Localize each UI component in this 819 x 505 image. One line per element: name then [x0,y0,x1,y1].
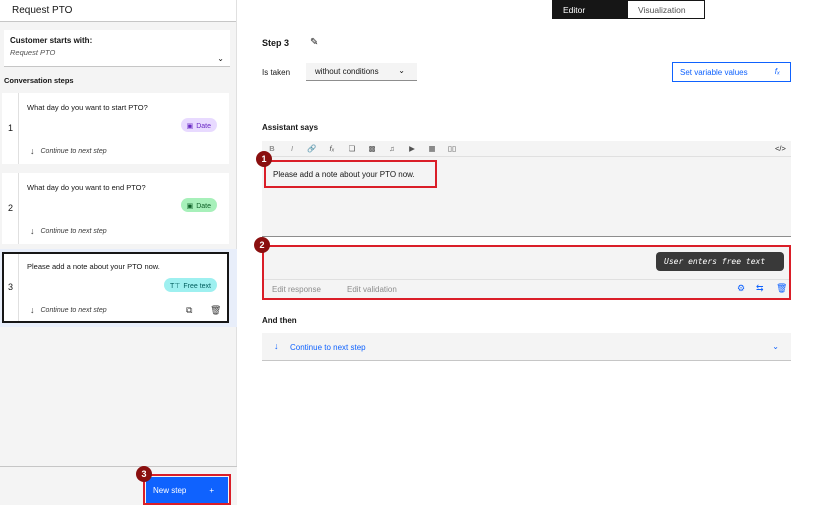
continue-label: Continue to next step [40,147,107,155]
annotation-badge-2: 2 [254,237,270,253]
link-icon[interactable]: 🔗 [307,144,317,153]
annotation-badge-3: 3 [136,466,152,482]
new-step-button[interactable]: New step + [146,477,228,503]
step-card-2[interactable]: 2 What day do you want to end PTO? ▣ Date… [2,173,229,244]
step-continue: ↓ Continue to next step [30,146,107,156]
duplicate-icon[interactable]: ⧉ [186,305,192,316]
condition-select[interactable]: without conditions ⌄ [306,63,417,81]
left-header-title: Request PTO [0,0,236,22]
continue-label: Continue to next step [40,306,107,314]
free-text-tag: T⊤ Free text [164,278,217,292]
step-divider [18,254,19,321]
swap-icon[interactable]: ⇆ [756,283,764,294]
edit-pencil-icon[interactable]: ✎ [310,37,318,48]
edit-validation-link[interactable]: Edit validation [347,285,397,294]
assistant-text[interactable]: Please add a note about your PTO now. [264,160,437,188]
tag-label: Free text [183,282,211,290]
date-tag: ▣ Date [180,118,217,132]
text-icon: T⊤ [170,283,181,290]
chevron-down-icon: ⌄ [398,66,405,75]
step-divider [18,173,19,244]
date-tag: ▣ Date [180,198,217,212]
new-step-label: New step [153,485,187,495]
and-then-value: Continue to next step [290,343,366,352]
arrow-down-icon: ↓ [30,305,35,315]
is-taken-label: Is taken [262,68,291,77]
arrow-down-icon: ↓ [274,341,279,351]
response-divider [264,279,789,280]
step-question: Please add a note about your PTO now. [27,262,160,271]
trash-icon[interactable]: 🗑 [210,305,221,316]
iframe-icon[interactable]: ▦ [427,144,437,153]
and-then-select[interactable]: ↓ Continue to next step ⌄ [262,333,791,361]
step-number: 3 [8,282,14,292]
video-icon[interactable]: ▶ [407,144,417,153]
view-toggle[interactable]: Editor Visualization [552,0,705,19]
arrow-down-icon: ↓ [30,226,35,236]
italic-icon[interactable]: I [287,144,297,153]
step-title: Step 3 [262,38,290,48]
and-then-label: And then [262,316,297,325]
function-icon[interactable]: fₓ [327,144,337,153]
chevron-down-icon: ⌄ [217,54,224,63]
trash-icon[interactable]: 🗑 [776,283,787,294]
step-divider [18,93,19,164]
annotation-badge-1: 1 [256,151,272,167]
plus-icon: + [209,485,214,495]
step-continue: ↓ Continue to next step [30,305,107,315]
step-number: 2 [8,203,14,213]
tag-label: Date [196,122,211,130]
starts-value: Request PTO [10,48,56,57]
assistant-says-label: Assistant says [262,123,319,132]
audio-icon[interactable]: ♫ [387,144,397,153]
settings-gear-icon[interactable]: ⚙ [737,283,745,294]
step-card-1[interactable]: 1 What day do you want to start PTO? ▣ Da… [2,93,229,164]
tab-editor[interactable]: Editor [553,1,628,18]
set-variable-values-button[interactable]: Set variable values fₓ [672,62,791,82]
chevron-down-icon: ⌄ [772,342,779,351]
starts-label: Customer starts with: [10,36,93,45]
edit-response-link[interactable]: Edit response [272,285,321,294]
calendar-icon: ▣ [186,203,194,210]
tab-visualization[interactable]: Visualization [628,1,704,18]
step-number: 1 [8,123,14,133]
customer-starts-with-dropdown[interactable]: Customer starts with: Request PTO ⌄ [4,30,230,67]
image-icon[interactable]: ▩ [367,144,377,153]
tag-label: Date [196,202,211,210]
step-question: What day do you want to end PTO? [27,183,146,192]
arrow-down-icon: ↓ [30,146,35,156]
continue-label: Continue to next step [40,227,107,235]
editor-toolbar: B I 🔗 fₓ ❏ ▩ ♫ ▶ ▦ ▯▯ </> [262,141,791,157]
conversation-steps-label: Conversation steps [4,76,74,85]
columns-icon[interactable]: ▯▯ [447,144,457,153]
condition-value: without conditions [315,67,379,76]
code-view-icon[interactable]: </> [775,144,786,153]
step-card-3[interactable]: 3 Please add a note about your PTO now. … [2,252,229,323]
free-text-response-tooltip: User enters free text [656,252,784,271]
step-continue: ↓ Continue to next step [30,226,107,236]
function-icon: fₓ [774,67,780,76]
variable-icon[interactable]: ❏ [347,144,357,153]
calendar-icon: ▣ [186,123,194,130]
step-question: What day do you want to start PTO? [27,103,148,112]
set-variable-label: Set variable values [680,68,748,77]
